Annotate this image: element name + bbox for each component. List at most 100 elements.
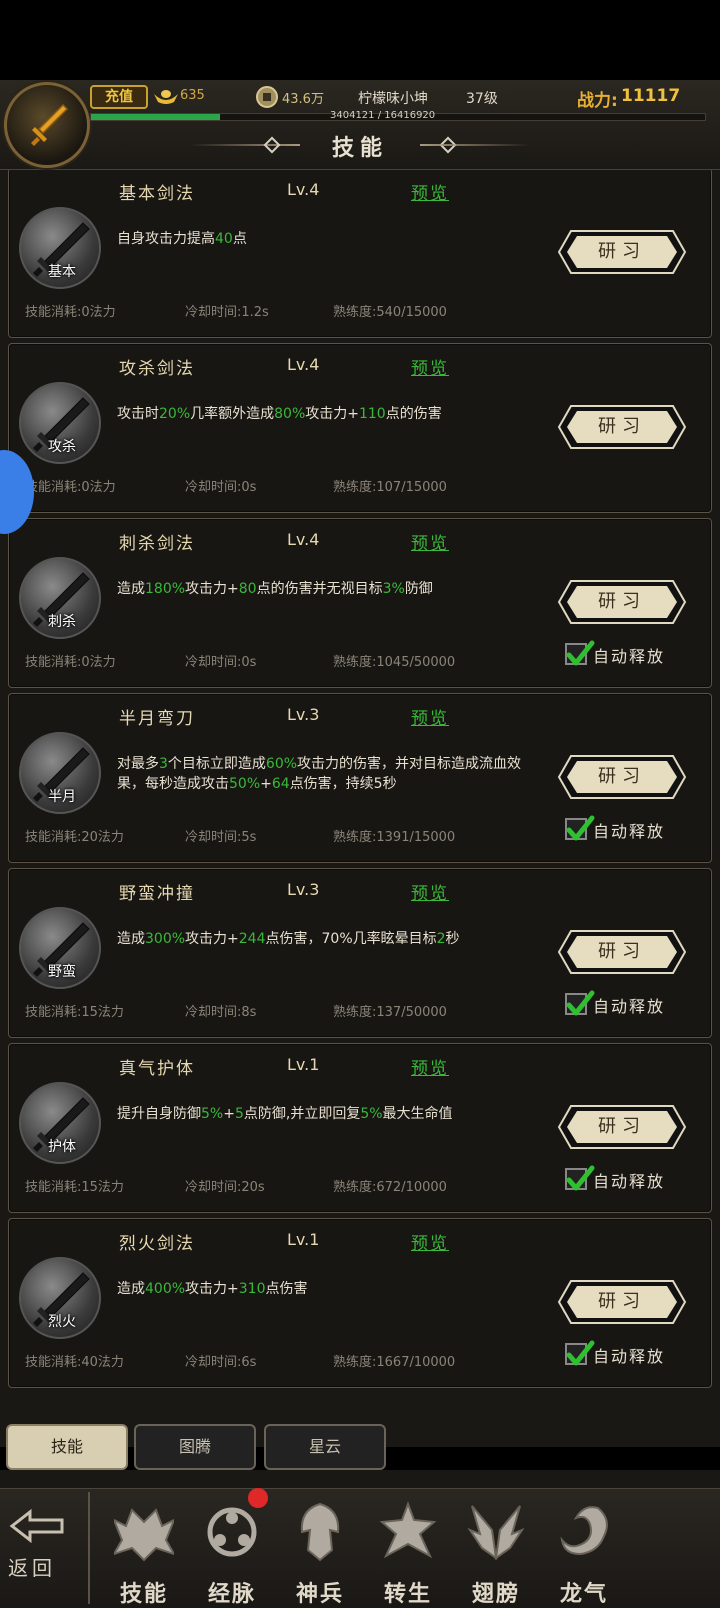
preview-link[interactable]: 预览 [411,879,449,904]
skill-cooldown: 冷却时间:0s [185,655,257,670]
preview-link[interactable]: 预览 [411,1229,449,1254]
study-button[interactable]: 研习 [557,752,687,802]
nav-label: 转生 [383,1582,432,1607]
tab-skills[interactable]: 技能 [6,1424,128,1470]
preview-link[interactable]: 预览 [411,1054,449,1079]
nav-dragon-qi[interactable]: 龙气 [542,1500,626,1607]
auto-release-toggle[interactable]: 自动释放 [565,640,675,667]
skill-card: 攻杀剑法 Lv.4 预览 攻杀 攻击时20%几率额外造成80%攻击力+110点的… [8,343,712,513]
skill-cooldown: 冷却时间:0s [185,480,257,495]
skill-icon[interactable]: 护体 [19,1082,101,1164]
auto-release-checkbox[interactable] [565,815,595,841]
skill-icon[interactable]: 刺杀 [19,557,101,639]
study-button-label: 研习 [598,941,646,962]
skill-name: 真气护体 [119,1059,195,1079]
desc-segment: 点伤害，70%几率眩晕目标 [265,931,437,947]
auto-release-toggle[interactable]: 自动释放 [565,990,675,1017]
tab-totem[interactable]: 图腾 [134,1424,256,1470]
skill-cost: 技能消耗:0法力 [25,305,116,320]
study-button[interactable]: 研习 [557,402,687,452]
desc-segment: 点的伤害并无视目标 [256,581,383,597]
checkmark-icon [566,1340,595,1366]
nav-divine-weapon[interactable]: 神兵 [278,1500,362,1607]
desc-segment: 攻击力+ [305,406,359,422]
study-button[interactable]: 研习 [557,927,687,977]
desc-segment: 20% [159,406,191,422]
skill-icon[interactable]: 半月 [19,732,101,814]
skill-icon-label: 护体 [48,1139,76,1155]
skill-name: 烈火剑法 [119,1234,195,1254]
desc-segment: 5% [360,1106,383,1122]
skill-name: 基本剑法 [119,184,195,204]
skill-icon[interactable]: 烈火 [19,1257,101,1339]
player-level: 37级 [466,91,498,107]
desc-segment: 几率额外造成 [190,406,275,422]
study-button[interactable]: 研习 [557,577,687,627]
study-button[interactable]: 研习 [557,1102,687,1152]
skill-description: 造成300%攻击力+244点伤害，70%几率眩晕目标2秒 [117,929,547,949]
skill-cooldown: 冷却时间:5s [185,830,257,845]
wings-icon [467,1505,525,1561]
study-button-label: 研习 [598,591,646,612]
auto-release-label: 自动释放 [593,1347,666,1366]
class-emblem[interactable] [4,82,90,168]
auto-release-checkbox[interactable] [565,1340,595,1366]
study-button[interactable]: 研习 [557,1277,687,1327]
nav-rebirth[interactable]: 转生 [366,1500,450,1607]
skill-list[interactable]: 基本剑法 Lv.4 预览 基本 自身攻击力提高40点 技能消耗:0法力 冷却时间… [0,170,720,1415]
dragon-icon [560,1506,608,1556]
skill-icon-label: 基本 [48,264,76,280]
skill-icon-label: 攻杀 [48,439,76,455]
skill-cost: 技能消耗:20法力 [25,830,124,845]
auto-release-checkbox[interactable] [565,640,595,666]
preview-link[interactable]: 预览 [411,354,449,379]
nav-skills[interactable]: 技能 [102,1500,186,1607]
skill-level: Lv.1 [287,1230,320,1249]
auto-release-toggle[interactable]: 自动释放 [565,1340,675,1367]
tab-nebula[interactable]: 星云 [264,1424,386,1470]
desc-segment: 点伤害 [265,1281,308,1297]
skill-cost: 技能消耗:0法力 [25,655,116,670]
skill-description: 自身攻击力提高40点 [117,229,547,249]
power-value: 11117 [621,86,681,106]
desc-segment: 244 [238,931,266,947]
skill-icon[interactable]: 攻杀 [19,382,101,464]
auto-release-checkbox[interactable] [565,990,595,1016]
back-label: 返回 [8,1556,56,1580]
skill-level: Lv.3 [287,880,320,899]
desc-segment: 180% [145,581,186,597]
skill-mastery: 熟练度:1667/10000 [333,1355,456,1370]
preview-link[interactable]: 预览 [411,704,449,729]
nav-label: 神兵 [295,1582,344,1607]
auto-release-label: 自动释放 [593,1172,666,1191]
skill-level: Lv.1 [287,1055,320,1074]
study-button-label: 研习 [598,241,646,262]
player-name: 柠檬味小坤 [358,91,428,107]
nav-label: 技能 [119,1582,168,1607]
study-button-label: 研习 [598,1291,646,1312]
auto-release-toggle[interactable]: 自动释放 [565,815,675,842]
desc-segment: 提升自身防御 [117,1106,201,1122]
skill-icon[interactable]: 野蛮 [19,907,101,989]
auto-release-label: 自动释放 [593,647,666,666]
nav-meridian[interactable]: 经脉 [190,1500,274,1607]
skill-name: 刺杀剑法 [119,534,195,554]
skill-description: 造成400%攻击力+310点伤害 [117,1279,547,1299]
skill-icon[interactable]: 基本 [19,207,101,289]
desc-segment: 造成 [117,1281,145,1297]
desc-segment: 400% [145,1281,186,1297]
study-button[interactable]: 研习 [557,227,687,277]
desc-segment: 最大生命值 [382,1106,453,1122]
preview-link[interactable]: 预览 [411,529,449,554]
nav-wings[interactable]: 翅膀 [454,1500,538,1607]
status-bar-area [0,0,720,80]
auto-release-checkbox[interactable] [565,1165,595,1191]
auto-release-toggle[interactable]: 自动释放 [565,1165,675,1192]
recharge-button[interactable]: 充值 [90,85,148,109]
skill-card: 刺杀剑法 Lv.4 预览 刺杀 造成180%攻击力+80点的伤害并无视目标3%防… [8,518,712,688]
preview-link[interactable]: 预览 [411,179,449,204]
desc-segment: 2 [436,931,446,947]
nav-label: 龙气 [559,1582,608,1607]
back-button[interactable]: 返回 [0,1488,82,1608]
skill-cost: 技能消耗:15法力 [25,1180,124,1195]
